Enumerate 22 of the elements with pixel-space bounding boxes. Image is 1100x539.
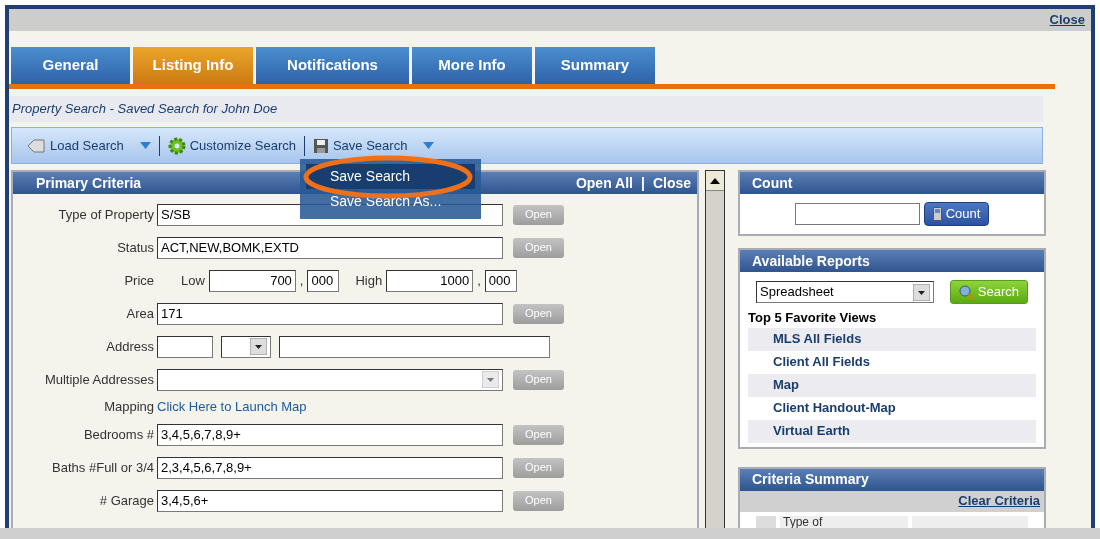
section-label: Top 5 Favorite Views [747,309,878,327]
field-label: Address [105,337,155,356]
box-title: Criteria Summary [740,468,1044,491]
panel-title: Primary Criteria [36,173,142,193]
box-title: Available Reports [740,250,1044,272]
separator-text: , [477,271,481,290]
separator-text: , [299,271,304,290]
field-label: High [355,271,383,290]
field-label: Status [116,238,155,257]
box-title: Count [740,172,1044,194]
field-label: # Garage [98,491,155,510]
table-cell: Type of [780,515,908,528]
field-label: Type of Property [57,205,155,224]
field-label: Mapping [103,398,155,417]
divider-text: | [640,173,645,193]
field-label: Bedrooms # [82,425,155,444]
field-label: Area [125,304,155,323]
breadcrumb-text: Property Search - Saved Search for John Doe [9,96,1043,122]
field-label: Low [181,271,205,290]
field-label: Multiple Addresses [43,370,155,389]
field-label: Baths #Full or 3/4 [51,458,155,477]
field-label: Price [123,271,155,290]
